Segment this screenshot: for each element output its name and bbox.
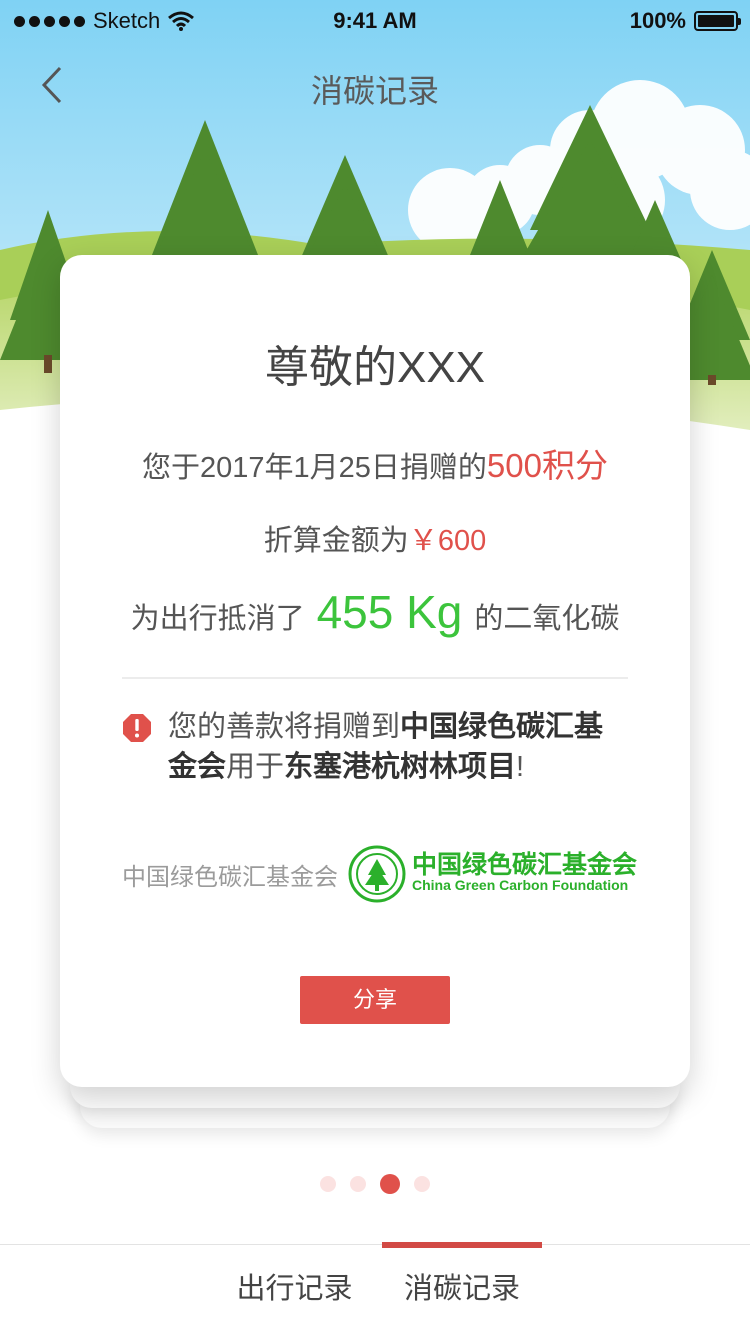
tab-bar: 出行记录 消碳记录: [0, 1242, 750, 1335]
donation-line: 您于2017年1月25日捐赠的500积分: [60, 439, 690, 487]
share-button[interactable]: 分享: [300, 976, 450, 1024]
notice-part1: 您的善款将捐赠到: [168, 711, 401, 743]
certificate-card[interactable]: 尊敬的XXX 您于2017年1月25日捐赠的500积分 折算金额为￥600 为出…: [60, 255, 690, 1087]
offset-prefix: 为出行抵消了: [130, 603, 305, 635]
page-dot-active[interactable]: [380, 1174, 400, 1194]
status-bar: Sketch 9:41 AM 100%: [0, 0, 750, 40]
page-dot[interactable]: [320, 1176, 336, 1192]
amount-prefix: 折算金额为: [263, 525, 409, 557]
offset-line: 为出行抵消了 455 Kg 的二氧化碳: [60, 585, 690, 639]
offset-value: 455 Kg: [316, 586, 463, 638]
logo-text-cn: 中国绿色碳汇基金会: [412, 851, 638, 879]
foundation-label: 中国绿色碳汇基金会: [122, 864, 338, 891]
page-indicator: [0, 1174, 750, 1194]
page-dot[interactable]: [350, 1176, 366, 1192]
battery-icon: [694, 11, 741, 31]
foundation-row: 中国绿色碳汇基金会 中国绿色碳汇基金会 China Green Carbon F…: [122, 845, 637, 905]
notice-end: !: [516, 751, 525, 783]
battery-group: 100%: [629, 8, 741, 34]
notice-project: 东塞港杭树林项目: [284, 751, 517, 783]
donation-points: 500积分: [486, 447, 608, 484]
notice-part2: 用于: [226, 751, 285, 783]
divider: [122, 677, 628, 679]
nav-bar: 消碳记录: [0, 40, 750, 130]
notice-text: 您的善款将捐赠到中国绿色碳汇基金会用于东塞港杭树林项目!: [168, 707, 632, 787]
amount-line: 折算金额为￥600: [60, 517, 690, 559]
greeting: 尊敬的XXX: [264, 343, 486, 392]
logo-text-en: China Green Carbon Foundation: [412, 877, 629, 893]
page-title: 消碳记录: [310, 73, 439, 109]
battery-percent: 100%: [629, 8, 686, 33]
foundation-logo-icon: [348, 845, 406, 903]
tab-carbon-records[interactable]: 消碳记录: [382, 1245, 542, 1335]
page-dot[interactable]: [414, 1176, 430, 1192]
alert-icon: [123, 714, 151, 742]
amount-value: ￥600: [408, 525, 487, 557]
tab-travel-records[interactable]: 出行记录: [212, 1245, 377, 1335]
donation-prefix: 您于2017年1月25日捐赠的: [142, 452, 487, 484]
offset-suffix: 的二氧化碳: [474, 603, 620, 635]
